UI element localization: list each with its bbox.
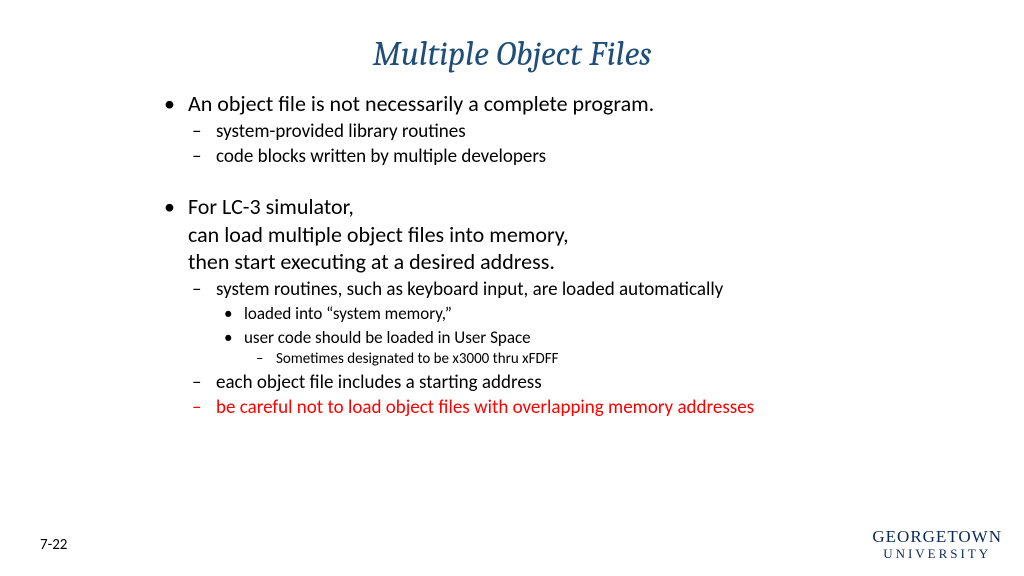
bullet-text-line: can load multiple object files into memo… — [188, 221, 569, 248]
bullet-text-line: For LC-3 simulator, — [188, 193, 354, 220]
slide: Multiple Object Files An object file is … — [0, 0, 1024, 576]
logo-line2: UNIVERSITY — [872, 547, 1002, 560]
bullet-level3: user code should be loaded in User Space — [160, 327, 880, 348]
bullet-text-line: then start executing at a desired addres… — [188, 248, 555, 275]
slide-title: Multiple Object Files — [0, 34, 1024, 74]
georgetown-logo: GEORGETOWN UNIVERSITY — [872, 528, 1002, 560]
bullet-level1: An object file is not necessarily a comp… — [160, 90, 880, 118]
bullet-level3: loaded into “system memory,” — [160, 303, 880, 324]
logo-line1: GEORGETOWN — [872, 528, 1002, 545]
bullet-level4: Sometimes designated to be x3000 thru xF… — [160, 350, 880, 369]
slide-content: An object file is not necessarily a comp… — [160, 90, 880, 420]
bullet-list: An object file is not necessarily a comp… — [160, 90, 880, 420]
bullet-level2: system-provided library routines — [160, 120, 880, 144]
page-number: 7-22 — [40, 536, 67, 554]
bullet-level2: system routines, such as keyboard input,… — [160, 278, 880, 302]
bullet-level1: For LC-3 simulator, can load multiple ob… — [160, 193, 880, 276]
bullet-level2: code blocks written by multiple develope… — [160, 145, 880, 169]
bullet-level2-warning: be careful not to load object files with… — [160, 396, 880, 420]
bullet-level2: each object file includes a starting add… — [160, 371, 880, 395]
